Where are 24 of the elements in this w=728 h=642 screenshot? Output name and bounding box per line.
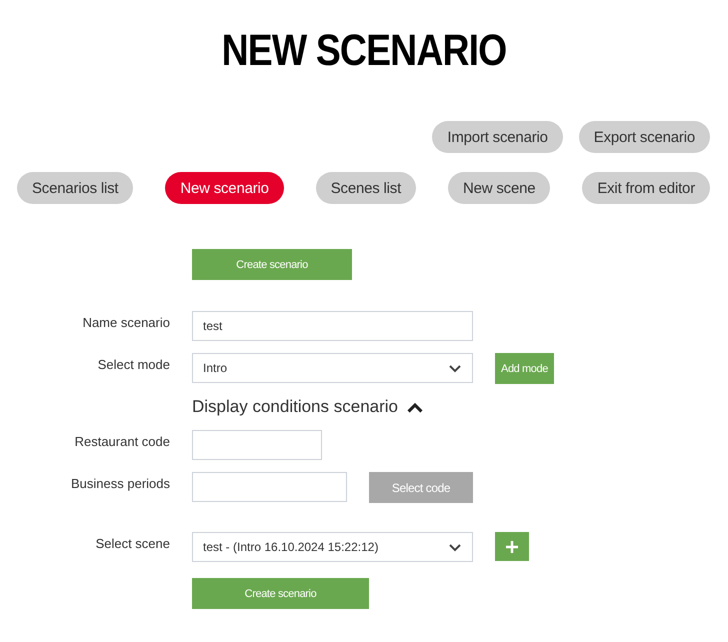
- pill-button[interactable]: Export scenario: [578, 121, 710, 153]
- page-title: NEW SCENARIO: [220, 25, 508, 77]
- input-field[interactable]: [192, 472, 347, 502]
- nav-tab[interactable]: Exit from editor: [582, 172, 710, 204]
- chevron-down-icon: [448, 364, 462, 372]
- nav-tab[interactable]: New scene: [448, 172, 550, 204]
- input-field[interactable]: [192, 430, 322, 460]
- field-label: Select mode: [96, 356, 170, 372]
- field-label: Business periods: [70, 475, 170, 491]
- pill-button[interactable]: Import scenario: [432, 121, 563, 153]
- field-label: Restaurant code: [74, 433, 170, 449]
- add-button[interactable]: [495, 532, 529, 561]
- input-field[interactable]: test: [192, 311, 473, 341]
- plus-icon: [505, 540, 519, 554]
- nav-tab[interactable]: New scenario: [165, 172, 284, 204]
- nav-tab[interactable]: Scenarios list: [17, 172, 134, 204]
- section-toggle[interactable]: Display conditions scenario: [192, 394, 424, 420]
- nav-tab[interactable]: Scenes list: [316, 172, 416, 204]
- field-label: Name scenario: [82, 314, 170, 330]
- select-field[interactable]: Intro: [192, 353, 473, 383]
- field-label: Select scene: [94, 535, 170, 551]
- chevron-up-icon: [406, 401, 424, 413]
- select-field[interactable]: test - (Intro 16.10.2024 15:22:12): [192, 532, 473, 562]
- chevron-down-icon: [448, 542, 462, 552]
